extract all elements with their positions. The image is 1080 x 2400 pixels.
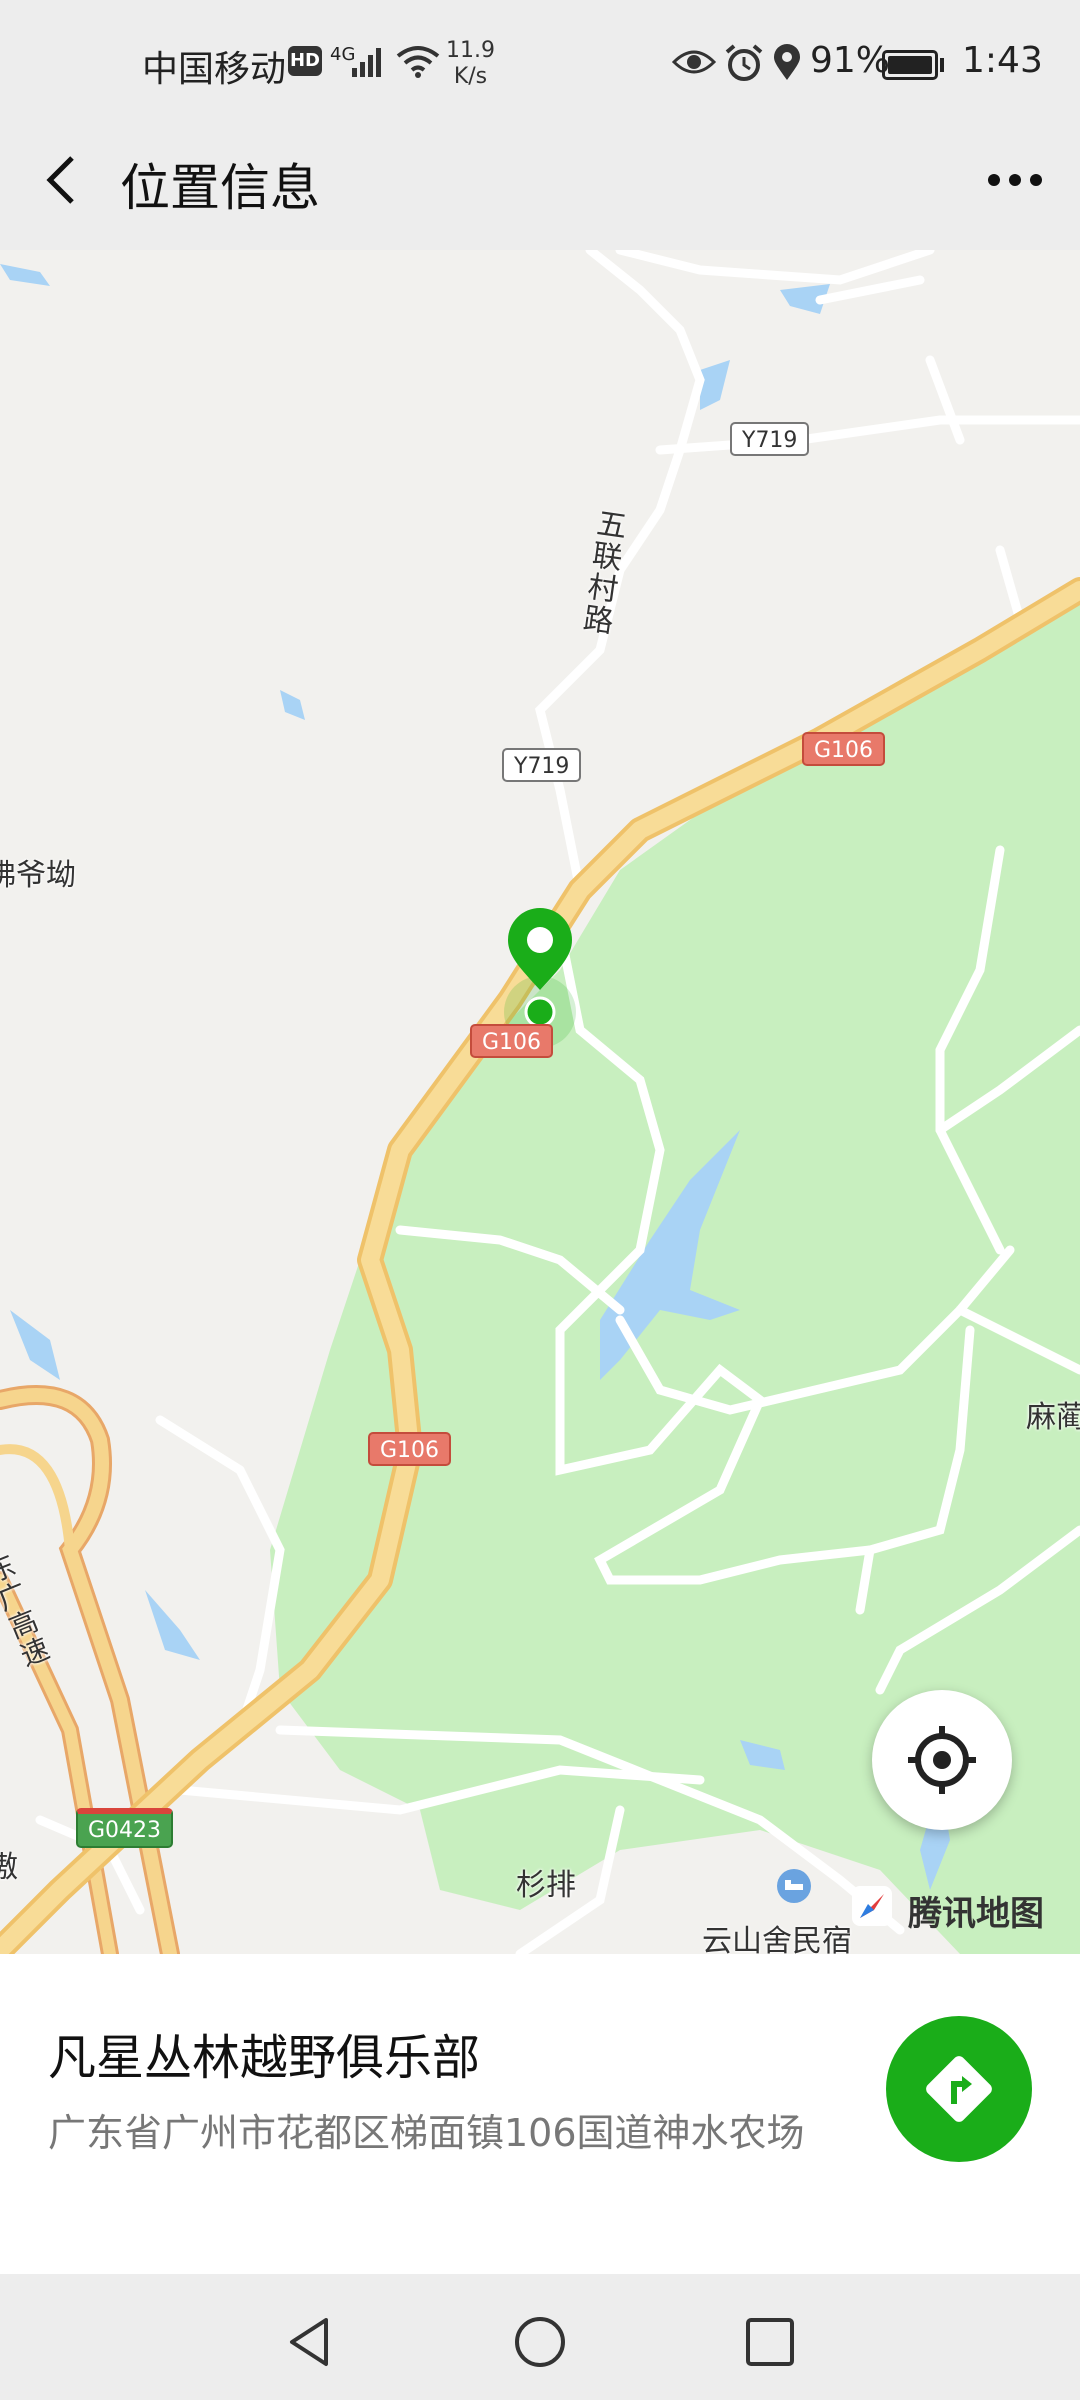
map-label-shan-pai: 杉排 bbox=[516, 1868, 576, 1903]
page-title: 位置信息 bbox=[120, 159, 320, 217]
pond bbox=[700, 360, 730, 410]
map-brand-label: 腾讯地图 bbox=[908, 1894, 1044, 1934]
location-icon bbox=[774, 44, 800, 80]
nav-home-icon[interactable] bbox=[510, 2312, 570, 2372]
battery-percent: 91% bbox=[810, 40, 891, 81]
network-speed: 11.9 K/s bbox=[446, 38, 495, 90]
nav-back-icon[interactable] bbox=[280, 2312, 340, 2372]
alarm-icon bbox=[725, 44, 763, 81]
navigate-button[interactable] bbox=[886, 2016, 1032, 2162]
road-shield-g0423: G0423 bbox=[76, 1808, 174, 1848]
battery-icon bbox=[882, 50, 938, 80]
wifi-icon bbox=[396, 46, 440, 78]
hd-badge: HD bbox=[288, 46, 322, 76]
pond bbox=[0, 264, 50, 286]
back-arrow-icon[interactable] bbox=[34, 150, 94, 210]
pond bbox=[280, 690, 305, 720]
pond bbox=[10, 1310, 60, 1380]
map-label-ma-ling: 麻蔺 bbox=[1026, 1400, 1080, 1435]
location-dot bbox=[524, 996, 556, 1028]
more-options-icon[interactable] bbox=[980, 150, 1050, 210]
road-shield-g106: G106 bbox=[368, 1432, 452, 1466]
road-shield-y719: Y719 bbox=[730, 422, 810, 456]
signal-icon bbox=[352, 48, 381, 77]
locate-me-button[interactable] bbox=[872, 1690, 1012, 1830]
pond bbox=[145, 1590, 200, 1660]
hotel-icon bbox=[777, 1869, 811, 1903]
map-label-edge: 傲 bbox=[0, 1850, 18, 1885]
carrier-label: 中国移动 bbox=[142, 49, 287, 90]
road-shield-y719: Y719 bbox=[502, 748, 582, 782]
eye-icon bbox=[672, 50, 716, 74]
speed-value: 11.9 bbox=[446, 38, 495, 63]
crosshair-icon bbox=[908, 1726, 976, 1794]
map-label-fo-ye-ao: 佛爷坳 bbox=[0, 858, 76, 893]
tencent-map-logo-icon bbox=[852, 1886, 892, 1926]
place-name: 凡星丛林越野俱乐部 bbox=[48, 2030, 481, 2086]
nav-recents-icon[interactable] bbox=[740, 2312, 800, 2372]
map-label-yunshan: 云山舍民宿 bbox=[702, 1924, 852, 1954]
speed-unit: K/s bbox=[453, 64, 488, 89]
clock: 1:43 bbox=[962, 40, 1043, 81]
road-shield-g106: G106 bbox=[470, 1024, 554, 1058]
battery-tip bbox=[940, 58, 944, 72]
place-address: 广东省广州市花都区梯面镇106国道神水农场 bbox=[48, 2111, 805, 2155]
battery-fill bbox=[888, 56, 932, 74]
route-direction-icon bbox=[926, 2056, 992, 2122]
status-bar: 中国移动 HD 4G 11.9 K/s 91% 1:43 bbox=[0, 0, 1080, 130]
road-shield-g106: G106 bbox=[802, 732, 886, 766]
